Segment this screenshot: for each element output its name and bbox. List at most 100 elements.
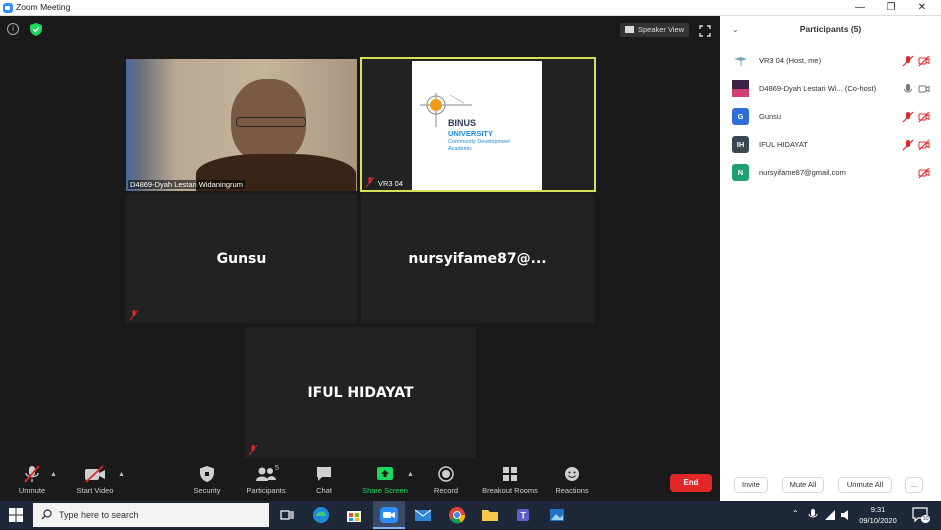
glasses-shape [236,117,306,127]
shield-icon[interactable] [30,23,42,36]
unmute-button[interactable]: Unmute [2,465,62,495]
more-options-button[interactable]: ... [905,477,923,493]
invite-button[interactable]: Invite [734,477,768,493]
store-icon[interactable] [344,505,364,525]
video-off-icon[interactable] [918,55,930,67]
participants-label: Participants [246,486,286,495]
participant-name: Gunsu [216,250,267,267]
file-explorer-icon[interactable] [480,505,500,525]
meeting-toolbar: Unmute ▲ Start Video ▲ Security 5 Partic… [0,461,720,501]
video-tile-dyah[interactable]: D4869-Dyah Lestari Widaningrum [126,59,357,191]
reactions-label: Reactions [555,486,589,495]
edge-browser-icon[interactable] [311,505,331,525]
audio-options-caret-icon[interactable]: ▲ [50,471,57,478]
zoom-taskbar-button[interactable] [373,501,405,529]
breakout-rooms-button[interactable]: Breakout Rooms [478,465,542,495]
participant-name: nursyifame87@gmail.com [759,168,846,177]
participant-row[interactable]: N nursyifame87@gmail.com [720,160,941,186]
breakout-rooms-label: Breakout Rooms [482,486,538,495]
muted-mic-icon[interactable] [902,139,914,151]
avatar [732,52,749,69]
share-screen-button[interactable]: Share Screen [355,465,415,495]
record-label: Record [433,486,459,495]
shared-slide: BINUS UNIVERSITY Community Developmeet A… [412,61,542,190]
taskbar-clock[interactable]: 9:31 09/10/2020 [856,504,900,526]
maximize-button[interactable]: ❐ [876,0,906,16]
participant-row[interactable]: IH IFUL HIDAYAT [720,132,941,158]
tray-mic-icon[interactable] [808,509,818,521]
teams-icon[interactable]: T [514,505,534,525]
close-button[interactable]: ✕ [907,0,937,16]
avatar [732,80,749,97]
video-off-icon[interactable] [918,167,930,179]
video-tile-vr3-04[interactable]: BINUS UNIVERSITY Community Developmeet A… [360,57,596,192]
svg-text:T: T [521,511,527,521]
avatar: IH [732,136,749,153]
unmute-all-button[interactable]: Unmute All [838,477,892,493]
chrome-icon[interactable] [447,505,467,525]
speaker-view-label: Speaker View [638,25,685,34]
zoom-app-icon [380,507,398,523]
photos-icon[interactable] [547,505,567,525]
video-tile-gunsu[interactable]: Gunsu [126,194,357,323]
windows-start-icon[interactable] [9,508,23,522]
muted-mic-icon[interactable] [902,111,914,123]
grid-icon [625,26,634,33]
tile-name-label: VR3 04 [378,179,404,188]
record-button[interactable]: Record [416,465,476,495]
participant-name: IFUL HIDAYAT [307,384,414,401]
muted-mic-icon [249,445,257,455]
chat-button[interactable]: Chat [294,465,354,495]
reactions-button[interactable]: Reactions [542,465,602,495]
video-tile-iful-hidayat[interactable]: IFUL HIDAYAT [245,327,476,458]
volume-icon[interactable] [840,509,852,521]
avatar: G [732,108,749,125]
video-tile-nursyifame[interactable]: nursyifame87@... [361,194,594,323]
photo-avatar-icon [732,80,749,97]
mute-all-button[interactable]: Mute All [782,477,824,493]
notification-count-badge: 10 [921,515,930,523]
participant-name: Gunsu [759,112,782,121]
share-options-caret-icon[interactable]: ▲ [407,471,414,478]
chat-icon [317,467,331,481]
participant-row[interactable]: VR3 04 (Host, me) [720,48,941,74]
participants-button[interactable]: 5 Participants [236,465,296,495]
panel-title: Participants (5) [799,24,862,34]
network-icon[interactable] [824,509,836,521]
muted-mic-icon[interactable] [902,55,914,67]
task-view-icon[interactable] [277,505,297,525]
video-off-icon [85,465,105,483]
participants-panel: ⌄ Participants (5) VR3 04 (Host, me) D48… [720,16,941,501]
mail-icon[interactable] [413,505,433,525]
notification-center-icon[interactable]: 10 [912,507,930,523]
video-off-icon[interactable] [918,111,930,123]
speaker-view-button[interactable]: Speaker View [620,23,690,37]
security-label: Security [193,486,221,495]
mic-icon[interactable] [902,83,914,95]
share-screen-label: Share Screen [362,486,408,495]
slide-line-2: UNIVERSITY [448,129,494,138]
participant-name: VR3 04 (Host, me) [759,56,822,65]
security-button[interactable]: Security [177,465,237,495]
participant-name: D4869-Dyah Lestari Wi... (Co-host) [759,84,877,93]
minimize-button[interactable]: — [845,0,875,16]
clock-time: 9:31 [870,505,886,514]
start-video-button[interactable]: Start Video [65,465,125,495]
video-options-caret-icon[interactable]: ▲ [118,471,125,478]
tray-chevron-icon[interactable]: ⌃ [792,509,799,518]
participant-name: IFUL HIDAYAT [759,140,808,149]
video-off-icon[interactable] [918,139,930,151]
video-icon[interactable] [918,83,930,95]
chat-label: Chat [316,486,332,495]
breakout-rooms-icon [503,467,517,481]
slide-line-3: Community Developmeet [448,139,510,145]
muted-mic-icon [130,310,138,320]
info-icon[interactable]: i [7,23,19,35]
end-meeting-button[interactable]: End [670,474,712,492]
participant-row[interactable]: G Gunsu [720,104,941,130]
taskbar-search-box[interactable]: Type here to search [33,503,269,527]
participant-row[interactable]: D4869-Dyah Lestari Wi... (Co-host) [720,76,941,102]
slide-line-4: Academic [448,146,473,152]
security-shield-icon [200,466,214,482]
fullscreen-icon[interactable] [699,25,711,37]
